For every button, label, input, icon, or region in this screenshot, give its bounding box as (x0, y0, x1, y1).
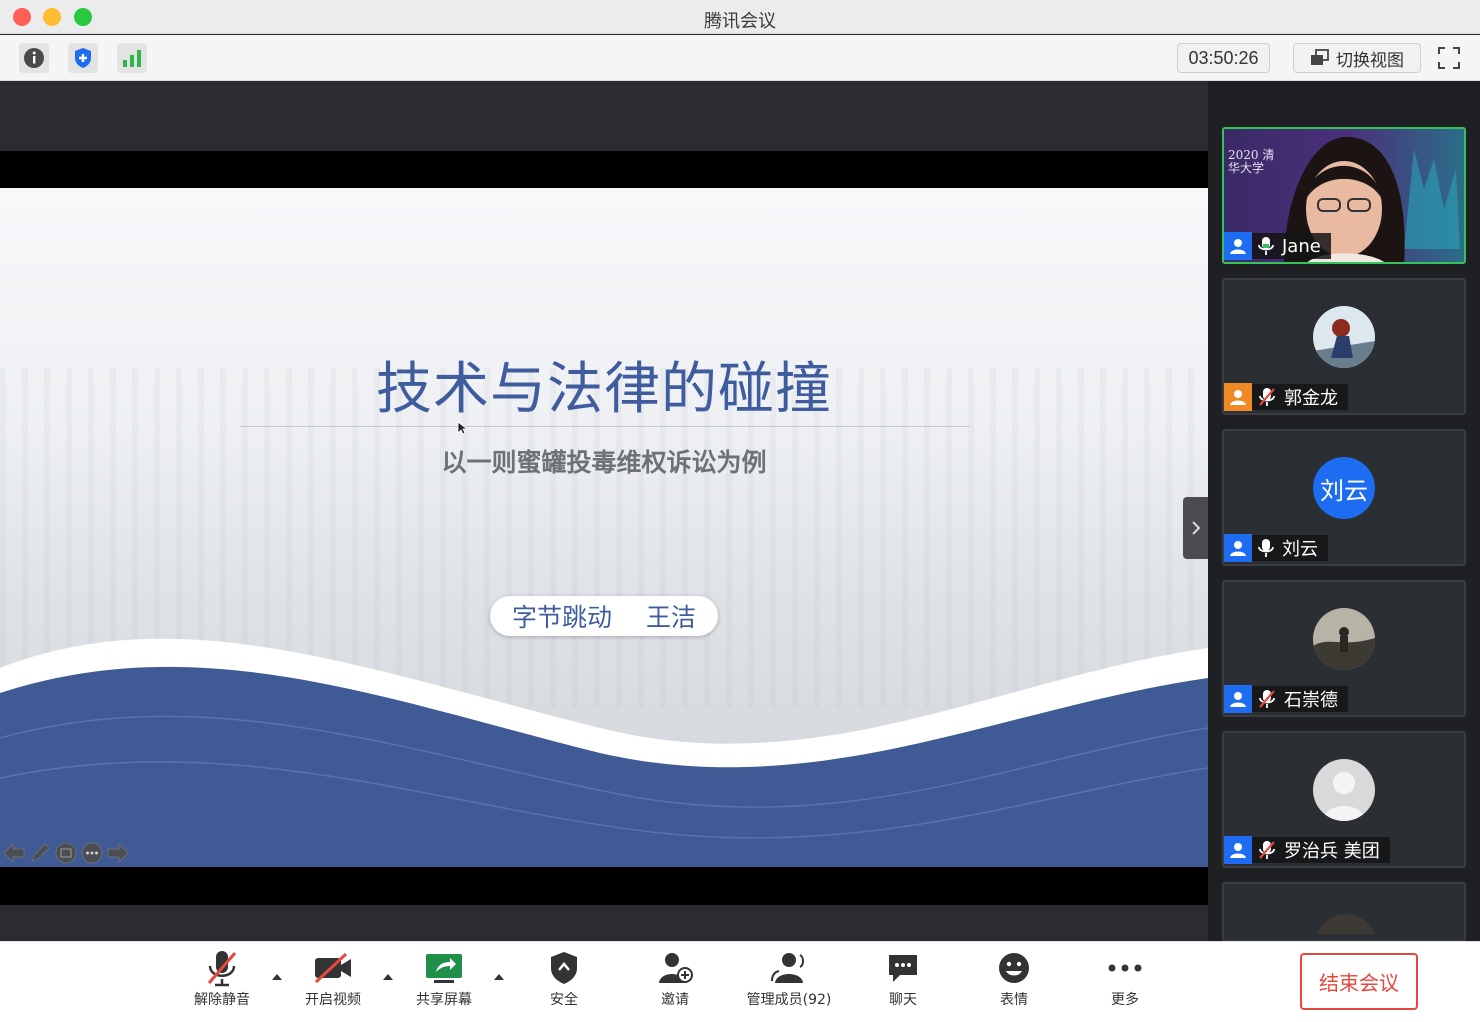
mouse-pointer-icon (457, 421, 467, 435)
meeting-timer: 03:50:26 (1177, 43, 1270, 73)
slide-title: 技术与法律的碰撞 (376, 357, 832, 422)
presenter-name: 王洁 (646, 603, 697, 632)
mic-muted-icon (1259, 690, 1275, 708)
avatar (1313, 306, 1375, 368)
chat-button[interactable]: 聊天 (858, 948, 948, 1014)
backdrop-text: 2020 清华大学 (1228, 148, 1275, 175)
end-meeting-button[interactable]: 结束会议 (1300, 953, 1418, 1010)
share-options-caret-icon[interactable] (492, 970, 506, 984)
slide-subtitle: 以一则蜜罐投毒维权诉讼为例 (441, 448, 767, 477)
share-screen-label: 共享屏幕 (416, 992, 472, 1008)
participant-name-bar: Jane (1224, 232, 1331, 260)
presentation-slide: 技术与法律的碰撞 以一则蜜罐投毒维权诉讼为例 字节跳动 王洁 (0, 188, 1208, 868)
window-title: 腾讯会议 (704, 11, 776, 31)
mic-muted-icon (1259, 388, 1275, 406)
slide-controls (2, 840, 130, 866)
more-dots-icon (1105, 948, 1145, 988)
mic-muted-icon (1259, 841, 1275, 859)
participant-tile[interactable]: 石崇德 (1222, 580, 1466, 717)
participant-name-bar: 罗治兵 美团 (1224, 836, 1390, 864)
presenter-badge: 字节跳动 王洁 (490, 596, 718, 636)
security-shield-icon (544, 948, 584, 988)
letterbox-top (0, 151, 1208, 189)
user-icon (1224, 836, 1252, 864)
participant-tile[interactable]: 郭金龙 (1222, 278, 1466, 415)
avatar (1313, 608, 1375, 670)
presenter-company: 字节跳动 (511, 603, 612, 632)
manage-members-label: 管理成员(92) (746, 992, 832, 1008)
invite-label: 邀请 (661, 992, 689, 1008)
user-icon (1224, 383, 1252, 411)
unmute-label: 解除静音 (194, 992, 250, 1008)
more-button[interactable]: 更多 (1080, 948, 1170, 1014)
share-screen-icon (424, 948, 464, 988)
title-divider (240, 426, 970, 427)
participant-name-bar: 刘云 (1224, 534, 1328, 562)
signal-icon[interactable] (117, 43, 147, 73)
participant-panel: 2020 清华大学 Jane 郭金龙 刘云 刘云 石崇德 罗治兵 美团 (1208, 81, 1480, 942)
avatar (1317, 914, 1375, 934)
mic-muted-icon (202, 948, 242, 988)
slide-menu-icon[interactable] (54, 841, 78, 865)
video-off-icon (313, 948, 353, 988)
avatar (1313, 759, 1375, 821)
next-slide-icon[interactable] (106, 841, 130, 865)
unmute-button[interactable]: 解除静音 (177, 948, 267, 1014)
participant-tile[interactable]: 刘云 刘云 (1222, 429, 1466, 566)
participant-name: 罗治兵 美团 (1284, 841, 1380, 862)
chevron-right-icon (1191, 521, 1200, 535)
mic-on-icon (1258, 237, 1274, 255)
pen-icon[interactable] (28, 841, 52, 865)
security-button[interactable]: 安全 (519, 948, 609, 1014)
participant-tile[interactable] (1222, 882, 1466, 942)
user-icon (1224, 534, 1252, 562)
start-video-label: 开启视频 (305, 992, 361, 1008)
participant-name-bar: 郭金龙 (1224, 383, 1348, 411)
switch-view-button[interactable]: 切换视图 (1293, 43, 1421, 73)
security-label: 安全 (550, 992, 578, 1008)
title-bar: 腾讯会议 (0, 0, 1480, 34)
members-icon (769, 948, 809, 988)
user-icon (1224, 232, 1252, 260)
slide-wave-decoration (0, 638, 1208, 868)
avatar: 刘云 (1313, 457, 1375, 519)
shared-screen-stage: 技术与法律的碰撞 以一则蜜罐投毒维权诉讼为例 字节跳动 王洁 (0, 81, 1208, 941)
letterbox-bottom (0, 867, 1208, 905)
more-options-icon[interactable] (80, 841, 104, 865)
participant-tile[interactable]: 罗治兵 美团 (1222, 731, 1466, 868)
user-icon (1224, 685, 1252, 713)
share-screen-button[interactable]: 共享屏幕 (399, 948, 489, 1014)
participant-name: 石崇德 (1284, 690, 1338, 711)
participant-tile[interactable]: 2020 清华大学 Jane (1222, 127, 1466, 264)
emoji-icon (994, 948, 1034, 988)
invite-button[interactable]: 邀请 (630, 948, 720, 1014)
manage-members-button[interactable]: 管理成员(92) (741, 948, 837, 1014)
invite-user-icon (655, 948, 695, 988)
more-label: 更多 (1111, 992, 1139, 1008)
switch-view-icon (1311, 49, 1329, 65)
previous-slide-icon[interactable] (2, 841, 26, 865)
reactions-button[interactable]: 表情 (969, 948, 1059, 1014)
info-icon[interactable] (19, 43, 49, 73)
fullscreen-icon[interactable] (1434, 43, 1464, 73)
switch-view-label: 切换视图 (1336, 50, 1404, 70)
audio-options-caret-icon[interactable] (270, 970, 284, 984)
participant-name: Jane (1282, 235, 1321, 257)
chat-label: 聊天 (889, 992, 917, 1008)
meeting-control-bar: 解除静音 开启视频 共享屏幕 安全 邀请 管理成员(92) 聊天 表情 更多 结… (0, 941, 1480, 1022)
shield-icon[interactable] (68, 43, 98, 73)
participant-name-bar: 石崇德 (1224, 685, 1348, 713)
start-video-button[interactable]: 开启视频 (288, 948, 378, 1014)
collapse-panel-button[interactable] (1183, 497, 1208, 559)
reactions-label: 表情 (1000, 992, 1028, 1008)
mic-on-icon (1258, 539, 1274, 557)
participant-name: 郭金龙 (1284, 388, 1338, 409)
chat-icon (883, 948, 923, 988)
meeting-toolbar: 03:50:26 切换视图 (0, 35, 1480, 81)
participant-name: 刘云 (1282, 539, 1318, 560)
video-options-caret-icon[interactable] (381, 970, 395, 984)
